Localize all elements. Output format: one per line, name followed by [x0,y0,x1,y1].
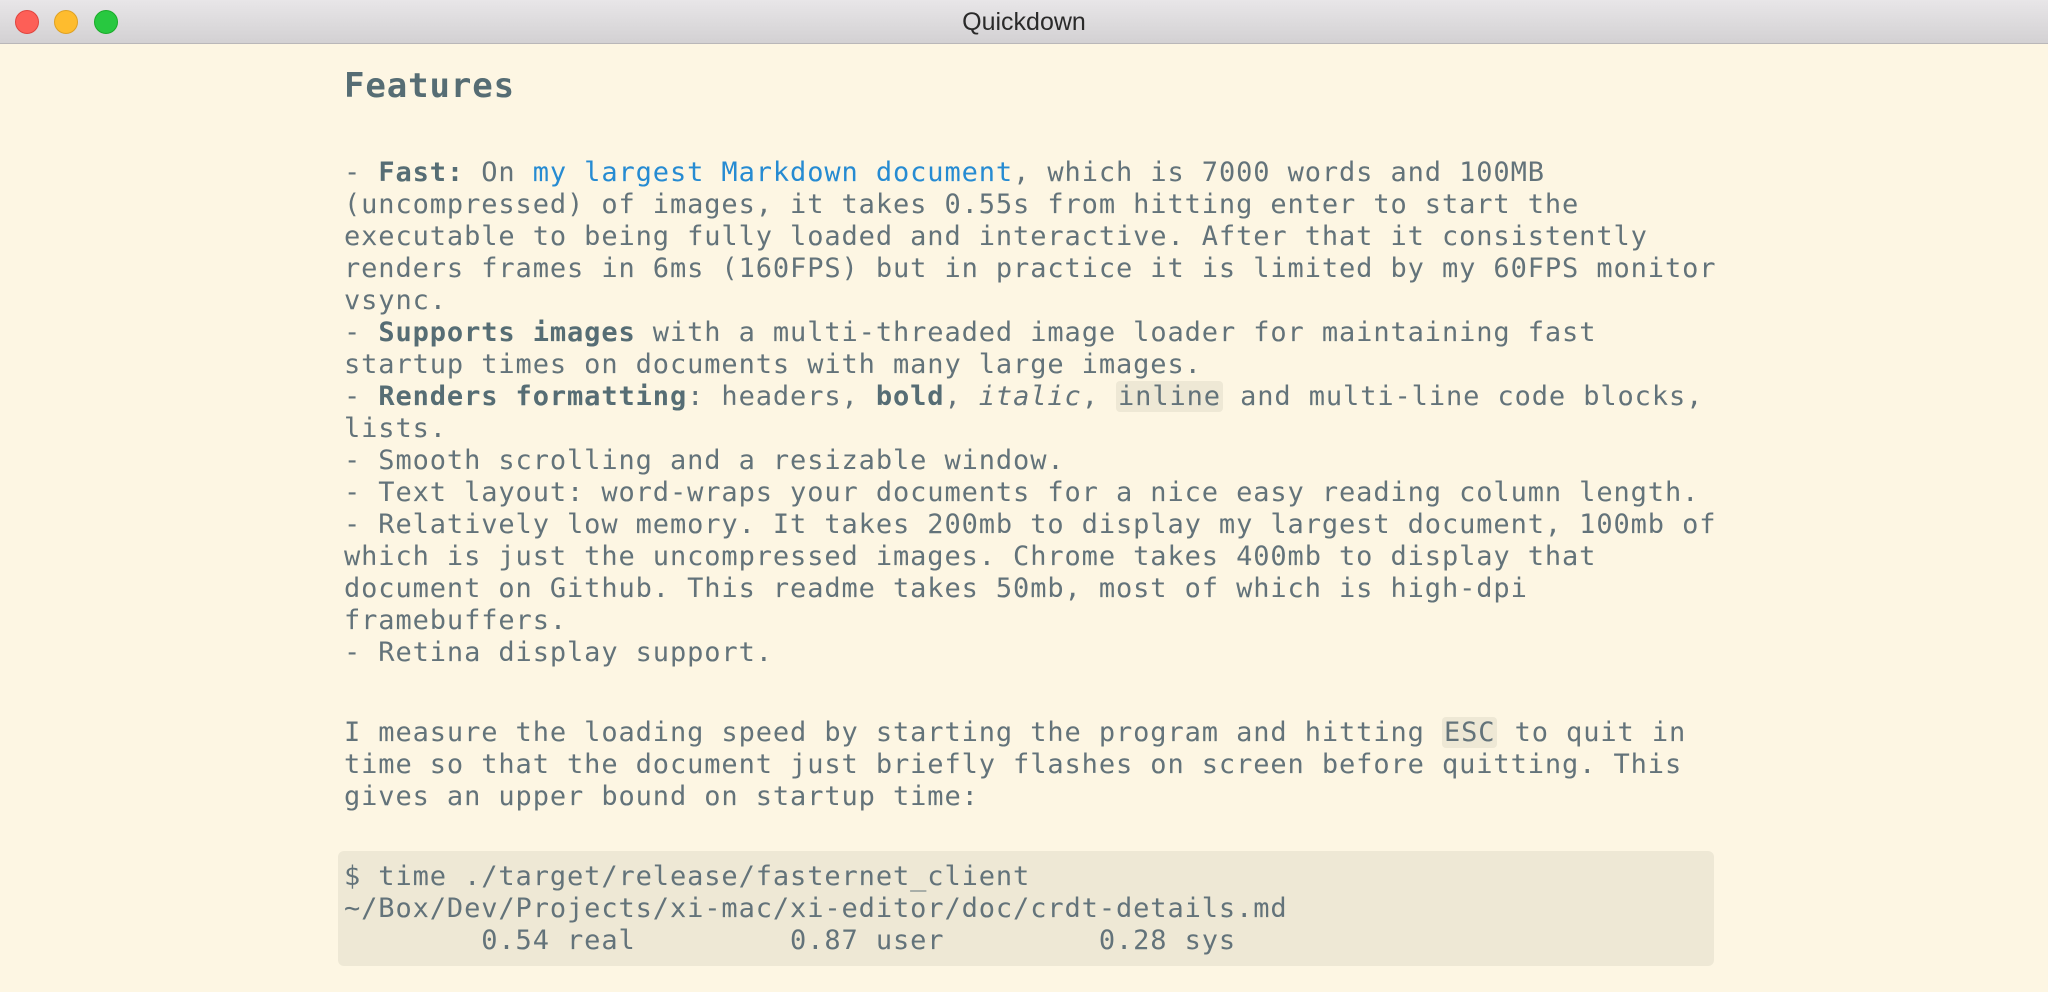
text-run: vsync. [344,285,447,316]
bold-text: Renders formatting [378,381,688,412]
text-line: time so that the document just briefly f… [344,749,1686,781]
italic-text: italic [978,381,1082,412]
text-run: - Relatively low memory. It takes 200mb … [344,509,1717,540]
bold-text: Fast: [378,157,465,188]
text-line: document on Github. This readme takes 50… [344,573,1716,605]
text-line: - Relatively low memory. It takes 200mb … [344,509,1716,541]
text-run: - [344,317,379,348]
text-run: gives an upper bound on startup time: [344,781,979,812]
text-run: - Retina display support. [344,637,773,668]
text-run: startup times on documents with many lar… [344,349,1202,380]
text-run: lists. [344,413,447,444]
text-run: - Smooth scrolling and a resizable windo… [344,445,1065,476]
inline-code: inline [1116,381,1223,412]
text-line: which is just the uncompressed images. C… [344,541,1716,573]
text-line: startup times on documents with many lar… [344,349,1716,381]
text-run: executable to being fully loaded and int… [344,221,1648,252]
measure-paragraph: I measure the loading speed by starting … [344,717,1686,813]
code-line: ~/Box/Dev/Projects/xi-mac/xi-editor/doc/… [344,893,1288,924]
text-line: - Smooth scrolling and a resizable windo… [344,445,1716,477]
text-line: vsync. [344,285,1716,317]
text-run: and multi-line code blocks, [1222,381,1704,412]
text-line: - Retina display support. [344,637,1716,669]
text-run: , [1081,381,1117,412]
text-line: - Fast: On my largest Markdown document,… [344,157,1716,189]
section-heading: Features [344,66,515,106]
code-line: 0.54 real 0.87 user 0.28 sys [344,925,1237,956]
window-title: Quickdown [962,8,1086,36]
text-run: which is just the uncompressed images. C… [344,541,1597,572]
text-line: lists. [344,413,1716,445]
text-run: document on Github. This readme takes 50… [344,573,1528,604]
text-run: with a multi-threaded image loader for m… [635,317,1597,348]
text-line: - Renders formatting: headers, bold, ita… [344,381,1716,413]
text-line: (uncompressed) of images, it takes 0.55s… [344,189,1716,221]
text-run: to quit in [1497,717,1687,748]
text-run: (uncompressed) of images, it takes 0.55s… [344,189,1580,220]
bold-text: bold [875,381,945,412]
text-line: I measure the loading speed by starting … [344,717,1686,749]
document-link[interactable]: my largest Markdown document [533,157,1013,188]
text-run: , which is 7000 words and 100MB [1013,157,1545,188]
text-run: : headers, [687,381,876,412]
text-run: On [464,157,533,188]
text-line: executable to being fully loaded and int… [344,221,1716,253]
text-run: , [944,381,979,412]
text-line: - Text layout: word-wraps your documents… [344,477,1716,509]
code-block: $ time ./target/release/fasternet_client… [338,851,1714,966]
title-bar[interactable]: Quickdown [0,0,2048,44]
app-window: Quickdown Features - Fast: On my largest… [0,0,2048,992]
text-run: framebuffers. [344,605,568,636]
text-run: renders frames in 6ms (160FPS) but in pr… [344,253,1717,284]
text-line: renders frames in 6ms (160FPS) but in pr… [344,253,1716,285]
text-line: - Supports images with a multi-threaded … [344,317,1716,349]
text-run: - [344,157,379,188]
code-line: $ time ./target/release/fasternet_client [344,861,1031,892]
text-line: gives an upper bound on startup time: [344,781,1686,813]
text-run: - Text layout: word-wraps your documents… [344,477,1700,508]
text-run: time so that the document just briefly f… [344,749,1683,780]
bold-text: Supports images [378,317,636,348]
inline-code: ESC [1441,717,1498,748]
text-run: I measure the loading speed by starting … [344,717,1442,748]
text-line: framebuffers. [344,605,1716,637]
text-run: - [344,381,379,412]
features-list: - Fast: On my largest Markdown document,… [344,157,1716,669]
